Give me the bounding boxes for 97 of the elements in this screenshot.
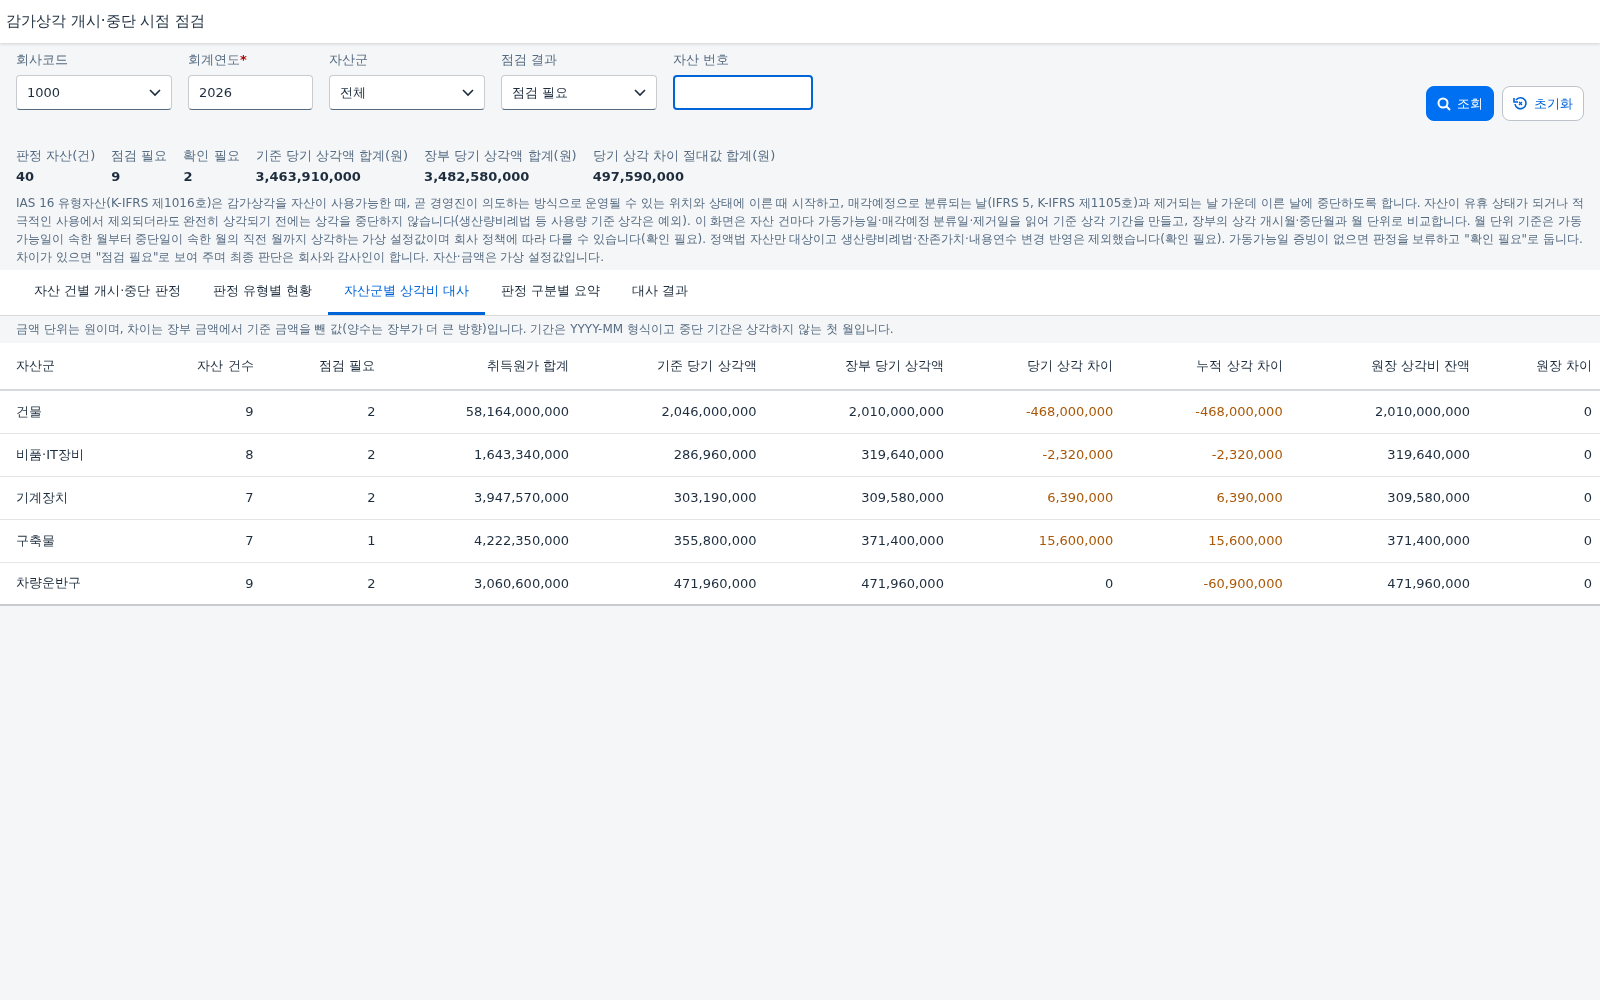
- stat-label: 기준 당기 상각액 합계(원): [255, 147, 409, 165]
- table-cell: 9: [139, 562, 262, 605]
- column-header: 점검 필요: [261, 343, 384, 390]
- page-title: 감가상각 개시·중단 시점 점검: [6, 12, 206, 31]
- table-cell: 구축물: [0, 519, 140, 562]
- table-cell: 1: [261, 519, 384, 562]
- stat-value: 40: [16, 169, 36, 184]
- reset-button[interactable]: 초기화: [1502, 86, 1584, 121]
- tab[interactable]: 대사 결과: [616, 270, 705, 315]
- tab[interactable]: 판정 구분별 요약: [485, 270, 617, 315]
- column-header: 원장 상각비 잔액: [1290, 343, 1479, 390]
- table-cell: 0: [1478, 433, 1600, 476]
- table-cell: 286,960,000: [577, 433, 765, 476]
- table-cell: 기계장치: [0, 476, 140, 519]
- table-cell: 471,960,000: [1290, 562, 1479, 605]
- table-cell: 0: [1478, 562, 1600, 605]
- column-header: 당기 상각 차이: [951, 343, 1122, 390]
- table-cell: 15,600,000: [1121, 519, 1291, 562]
- table-cell: 2,010,000,000: [764, 390, 952, 433]
- table-cell: 303,190,000: [577, 476, 765, 519]
- table-cell: 471,960,000: [764, 562, 952, 605]
- reset-icon: [1513, 96, 1528, 111]
- stat-value: 3,463,910,000: [255, 169, 362, 184]
- field-label: 점검 결과: [501, 51, 559, 69]
- table-cell: 355,800,000: [577, 519, 765, 562]
- column-header: 자산 건수: [139, 343, 262, 390]
- table-cell: 6,390,000: [1121, 476, 1291, 519]
- stat-label: 확인 필요: [183, 147, 240, 165]
- table-cell: 2,046,000,000: [577, 390, 765, 433]
- table-cell: 2: [261, 433, 384, 476]
- table-cell: 7: [139, 476, 262, 519]
- table-cell: 371,400,000: [1290, 519, 1479, 562]
- table-cell: 471,960,000: [577, 562, 765, 605]
- table-cell: 309,580,000: [764, 476, 952, 519]
- table-cell: 2: [261, 476, 384, 519]
- table-cell: 319,640,000: [1290, 433, 1479, 476]
- tab[interactable]: 자산군별 상각비 대사: [327, 270, 486, 315]
- table-cell: 차량운반구: [0, 562, 140, 605]
- table-cell: 0: [1478, 390, 1600, 433]
- search-button[interactable]: 조회: [1426, 86, 1494, 121]
- field-label: 회사코드: [16, 51, 69, 69]
- stat-label: 당기 상각 차이 절대값 합계(원): [592, 147, 776, 165]
- table-cell: 9: [139, 390, 262, 433]
- field-label: 회계연도*: [188, 51, 248, 69]
- table-cell: 2: [261, 390, 384, 433]
- stat-value: 2: [183, 169, 194, 184]
- table-cell: -60,900,000: [1121, 562, 1291, 605]
- note-text: 금액 단위는 원이며, 차이는 장부 금액에서 기준 금액을 뺀 값(양수는 장부가 더 큰 방향)입니다. 기간은 YYYY-MM 형식이고 중단 기간은 상각하지 않는 첫 월입니다.: [15, 321, 895, 338]
- table-cell: 371,400,000: [764, 519, 952, 562]
- chevron-down-icon: [634, 88, 646, 97]
- table-cell: 7: [139, 519, 262, 562]
- column-header: 장부 당기 상각액: [764, 343, 952, 390]
- search-icon: [1437, 96, 1451, 111]
- table-cell: -468,000,000: [1121, 390, 1291, 433]
- column-header: 기준 당기 상각액: [577, 343, 765, 390]
- stat-label: 점검 필요: [111, 147, 168, 165]
- table-cell: 4,222,350,000: [383, 519, 578, 562]
- field-label: 자산 번호: [673, 51, 731, 69]
- column-header: 누적 상각 차이: [1121, 343, 1291, 390]
- stat-value: 497,590,000: [592, 169, 685, 184]
- stat-label: 장부 당기 상각액 합계(원): [424, 147, 577, 165]
- table-cell: 0: [1478, 519, 1600, 562]
- field-label: 자산군: [329, 51, 369, 69]
- table-cell: 8: [139, 433, 262, 476]
- chevron-down-icon: [149, 88, 161, 97]
- tab[interactable]: 판정 유형별 현황: [196, 270, 328, 315]
- table-cell: -2,320,000: [951, 433, 1122, 476]
- table-cell: 3,060,600,000: [383, 562, 578, 605]
- table-cell: 2: [261, 562, 384, 605]
- table-cell: 0: [1478, 476, 1600, 519]
- table-cell: 0: [951, 562, 1122, 605]
- table-cell: 309,580,000: [1290, 476, 1479, 519]
- table-cell: -2,320,000: [1121, 433, 1291, 476]
- input-field[interactable]: 2026: [188, 75, 313, 110]
- table-cell: 3,947,570,000: [383, 476, 578, 519]
- column-header: 취득원가 합계: [383, 343, 578, 390]
- table-cell: 15,600,000: [951, 519, 1122, 562]
- table-cell: 건물: [0, 390, 140, 433]
- input-field[interactable]: [673, 75, 813, 110]
- table-cell: 319,640,000: [764, 433, 952, 476]
- select-field[interactable]: 1000: [16, 75, 172, 110]
- stat-value: 3,482,580,000: [424, 169, 531, 184]
- table-cell: 58,164,000,000: [383, 390, 578, 433]
- chevron-down-icon: [462, 88, 474, 97]
- select-field[interactable]: 전체: [329, 75, 485, 110]
- table-cell: 6,390,000: [951, 476, 1122, 519]
- select-field[interactable]: 점검 필요: [501, 75, 657, 110]
- stat-label: 판정 자산(건): [16, 147, 96, 165]
- column-header: 원장 차이: [1478, 343, 1600, 390]
- table-cell: -468,000,000: [951, 390, 1122, 433]
- description-text: IAS 16 유형자산(K-IFRS 제1016호)은 감가상각을 자산이 사용가능한 때, 곧 경영진이 의도하는 방식으로 운영될 수 있는 위치와 상태에 이른 때 시작하고, 매각예정으로 분류되는 날(IFRS 5, K-IFRS 제1105호)과 제거되는 날 가운데 이른 날에 중단하도록 합니다. 자산이 유휴 상태가 되거나 적극적인 사용에서 제외되더라도 완전히 상각되기 전에는 상각을 중단하지 않습니다(생산량비례법 등 사용량 기준 상각은 예외). 이 화면은 자산 건마다 가동가능일·매각예정 분류일·제거일을 읽어 기준 상각 기간을 만들고, 장부의 상각 개시월·중단월과 월 단위로 비교합니다. 월 단위 기준은 가동가능일이 속한 월부터 중단일이 속한 월의 직전 월까지 상각하는 가상 설정값이며 회사 정책에 따라 다를 수 있습니다(확인 필요). 정액법 자산만 대상이고 생산량비례법·잔존가치·내용연수 변경 반영은 제외했습니다(확인 필요). 가동가능일 증빙이 없으면 판정을 보류하고 "확인 필요"로 둡니다. 차이가 있으면 "점검 필요"로 보여 주며 최종 판단은 회사와 감사인이 합니다. 자산·금액은 가상 설정값입니다.: [16, 195, 1584, 266]
- tab[interactable]: 자산 건별 개시·중단 판정: [18, 270, 197, 315]
- table-cell: 2,010,000,000: [1290, 390, 1479, 433]
- column-header: 자산군: [0, 343, 140, 390]
- table-cell: 비품·IT장비: [0, 433, 140, 476]
- table-cell: 1,643,340,000: [383, 433, 578, 476]
- stat-value: 9: [111, 169, 122, 184]
